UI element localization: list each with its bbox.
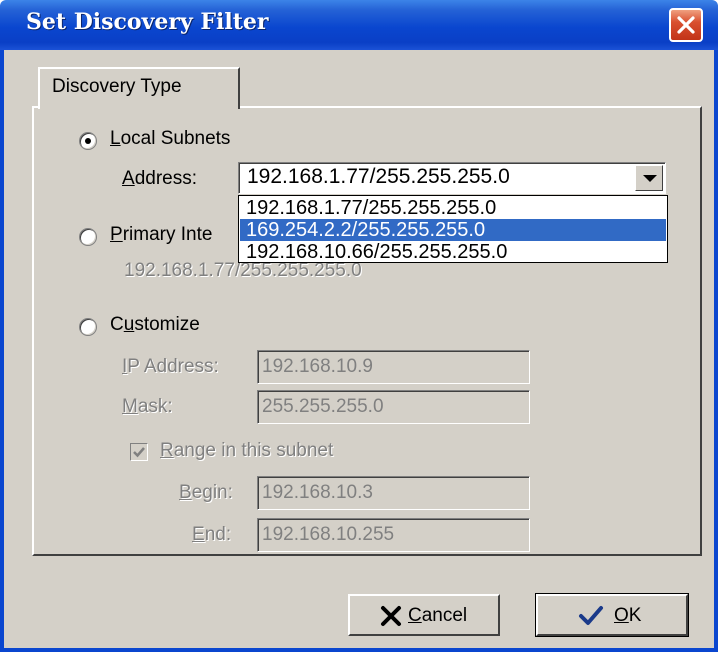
cancel-button-label: Cancel: [408, 605, 468, 626]
tab-label: Discovery Type: [52, 76, 182, 97]
dialog-body: Discovery Type Local Subnets Address: 19…: [4, 50, 714, 648]
begin-label: Begin:: [179, 482, 233, 503]
address-option[interactable]: 192.168.10.66/255.255.255.0: [240, 241, 666, 263]
local-subnets-radio[interactable]: [79, 132, 97, 150]
cancel-button[interactable]: Cancel: [348, 594, 500, 636]
local-subnets-label[interactable]: Local Subnets: [110, 128, 230, 150]
address-dropdown-button[interactable]: [635, 165, 663, 191]
tab-discovery-type[interactable]: Discovery Type: [38, 67, 240, 109]
mask-field[interactable]: 255.255.255.0: [257, 390, 530, 424]
ok-button-label: OK: [614, 605, 642, 626]
primary-interface-label[interactable]: Primary Inte: [110, 224, 212, 246]
checkmark-icon: [579, 606, 603, 625]
window-title: Set Discovery Filter: [26, 9, 269, 35]
end-label: End:: [192, 524, 232, 545]
radio-dot: [85, 138, 91, 144]
dialog-window: Set Discovery Filter Discovery Type Loca…: [0, 0, 718, 652]
begin-field[interactable]: 192.168.10.3: [257, 476, 530, 510]
close-button[interactable]: [669, 8, 703, 42]
title-bar[interactable]: Set Discovery Filter: [0, 0, 718, 50]
address-combobox-value: 192.168.1.77/255.255.255.0: [247, 165, 510, 188]
customize-radio[interactable]: [79, 318, 97, 336]
address-combobox[interactable]: 192.168.1.77/255.255.255.0: [238, 162, 666, 194]
ip-address-field[interactable]: 192.168.10.9: [257, 350, 530, 384]
ok-button[interactable]: OK: [535, 593, 689, 637]
close-icon: [677, 16, 695, 34]
customize-label[interactable]: Customize: [110, 314, 200, 336]
x-icon: [381, 606, 401, 626]
primary-interface-value: 192.168.1.77/255.255.255.0: [124, 260, 362, 281]
end-field[interactable]: 192.168.10.255: [257, 518, 530, 552]
mask-label: Mask:: [122, 396, 173, 417]
ip-address-label: IP Address:: [122, 356, 219, 377]
window-frame: Discovery Type Local Subnets Address: 19…: [0, 50, 718, 652]
address-option-highlighted[interactable]: 169.254.2.2/255.255.255.0: [240, 219, 666, 241]
checkmark-icon: [133, 447, 145, 458]
address-label: Address:: [122, 168, 197, 189]
address-dropdown-list: 192.168.1.77/255.255.255.0 169.254.2.2/2…: [238, 195, 668, 263]
range-label[interactable]: Range in this subnet: [160, 440, 333, 462]
range-checkbox[interactable]: [130, 443, 148, 461]
primary-interface-radio[interactable]: [79, 228, 97, 246]
chevron-down-icon: [643, 175, 657, 182]
address-option[interactable]: 192.168.1.77/255.255.255.0: [240, 197, 666, 219]
